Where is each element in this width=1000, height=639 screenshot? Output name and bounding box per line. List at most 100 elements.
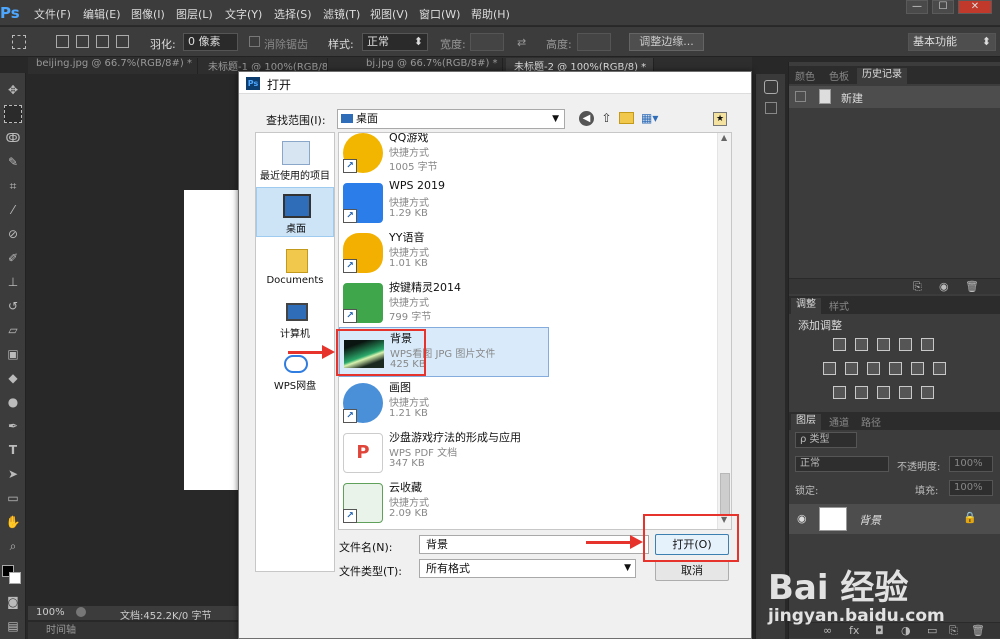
vertical-scrollbar[interactable]: ▲ ▼	[717, 133, 731, 529]
height-input[interactable]	[577, 33, 611, 51]
stamp-tool-icon[interactable]: ⊥	[4, 273, 22, 291]
menu-help[interactable]: 帮助(H)	[471, 6, 510, 22]
posterize-icon[interactable]	[855, 386, 868, 399]
brightness-icon[interactable]	[833, 338, 846, 351]
antialias-checkbox[interactable]	[249, 36, 260, 47]
tab-styles[interactable]: 样式	[829, 298, 849, 313]
type-tool-icon[interactable]: T	[4, 441, 22, 459]
tab-swatches[interactable]: 色板	[829, 68, 849, 83]
menu-select[interactable]: 选择(S)	[274, 6, 312, 22]
tab-adjustments[interactable]: 调整	[791, 298, 821, 314]
tab-paths[interactable]: 路径	[861, 414, 881, 429]
gradient-map-icon[interactable]	[921, 386, 934, 399]
zoom-tool-icon[interactable]: ⌕	[4, 537, 22, 555]
look-in-select[interactable]: 桌面 ▼	[337, 109, 565, 129]
hue-saturation-icon[interactable]	[823, 362, 836, 375]
black-white-icon[interactable]	[867, 362, 880, 375]
place-documents[interactable]: Documents	[256, 243, 334, 293]
menu-file[interactable]: 文件(F)	[34, 6, 71, 22]
workspace-select[interactable]: 基本功能 ⬍	[908, 33, 996, 51]
brush-tool-icon[interactable]: ✐	[4, 249, 22, 267]
dialog-titlebar[interactable]: Ps 打开	[239, 72, 751, 94]
width-input[interactable]	[470, 33, 504, 51]
tab-beijing[interactable]: beijing.jpg @ 66.7%(RGB/8#) *	[28, 58, 198, 74]
tab-history[interactable]: 历史记录	[857, 68, 907, 84]
tab-layers[interactable]: 图层	[791, 414, 821, 430]
invert-icon[interactable]	[833, 386, 846, 399]
color-balance-icon[interactable]	[845, 362, 858, 375]
history-item[interactable]: 新建	[789, 86, 1000, 108]
list-item[interactable]: ↗ QQ游戏 快捷方式 1005 字节	[339, 133, 549, 177]
hand-tool-icon[interactable]: ✋	[4, 513, 22, 531]
place-recent[interactable]: 最近使用的项目	[256, 135, 334, 185]
scroll-up-icon[interactable]: ▲	[721, 133, 727, 142]
list-item[interactable]: ↗ YY语音 快捷方式 1.01 KB	[339, 227, 549, 277]
gradient-tool-icon[interactable]: ▣	[4, 345, 22, 363]
vibrance-icon[interactable]	[921, 338, 934, 351]
timeline-tab[interactable]: 时间轴	[28, 622, 243, 639]
view-menu-icon[interactable]: ▦▾	[641, 111, 663, 126]
dodge-tool-icon[interactable]: ●	[4, 393, 22, 411]
eraser-tool-icon[interactable]: ▱	[4, 321, 22, 339]
swap-icon[interactable]: ⇄	[517, 36, 526, 49]
background-color-swatch[interactable]	[9, 572, 21, 584]
scrollbar-thumb[interactable]	[720, 473, 730, 515]
menu-window[interactable]: 窗口(W)	[419, 6, 460, 22]
quick-mask-icon[interactable]: ◙	[4, 593, 22, 611]
screen-mode-icon[interactable]: ▤	[4, 617, 22, 635]
menu-layer[interactable]: 图层(L)	[176, 6, 213, 22]
layer-kind-filter[interactable]: ρ 类型	[795, 432, 857, 448]
path-select-icon[interactable]: ➤	[4, 465, 22, 483]
list-item[interactable]: ↗ 云收藏 快捷方式 2.09 KB	[339, 477, 549, 527]
eyedropper-tool-icon[interactable]: ⁄	[4, 201, 22, 219]
menu-image[interactable]: 图像(I)	[131, 6, 165, 22]
shape-tool-icon[interactable]: ▭	[4, 489, 22, 507]
place-computer[interactable]: 计算机	[256, 297, 334, 347]
up-folder-icon[interactable]: ⇧	[599, 111, 614, 126]
blur-tool-icon[interactable]: ◆	[4, 369, 22, 387]
new-document-from-state-icon[interactable]: ⎘	[913, 280, 922, 294]
menu-edit[interactable]: 编辑(E)	[83, 6, 121, 22]
pen-tool-icon[interactable]: ✒	[4, 417, 22, 435]
subtract-selection-icon[interactable]	[96, 35, 109, 48]
list-item[interactable]: P 沙盘游戏疗法的形成与应用 WPS PDF 文档 347 KB	[339, 427, 549, 477]
cancel-button[interactable]: 取消	[655, 560, 729, 581]
channel-mixer-icon[interactable]	[911, 362, 924, 375]
quick-select-tool-icon[interactable]: ✎	[4, 153, 22, 171]
fill-input[interactable]: 100%	[949, 480, 993, 496]
history-snapshot-checkbox[interactable]	[795, 91, 806, 102]
threshold-icon[interactable]	[877, 386, 890, 399]
crop-tool-icon[interactable]: ⌗	[4, 177, 22, 195]
filename-input[interactable]: 背景	[419, 535, 649, 554]
marquee-tool-icon[interactable]	[4, 105, 22, 123]
curves-icon[interactable]	[877, 338, 890, 351]
eye-icon[interactable]: ◉	[797, 512, 807, 525]
place-desktop[interactable]: 桌面	[256, 187, 334, 237]
tool-presets-icon[interactable]	[765, 102, 777, 114]
selective-color-icon[interactable]	[899, 386, 912, 399]
close-button[interactable]: ✕	[958, 0, 992, 14]
new-folder-icon[interactable]	[619, 112, 634, 124]
opacity-input[interactable]: 100%	[949, 456, 993, 472]
menu-type[interactable]: 文字(Y)	[225, 6, 262, 22]
zoom-level[interactable]: 100%	[36, 607, 65, 618]
history-panel-icon[interactable]	[764, 80, 778, 94]
back-icon[interactable]: ◀	[579, 111, 594, 126]
document-canvas[interactable]	[184, 190, 240, 490]
list-item[interactable]: ↗ WPS 2019 快捷方式 1.29 KB	[339, 177, 549, 227]
camera-icon[interactable]: ◉	[939, 280, 949, 293]
list-item[interactable]: ↗ 按键精灵2014 快捷方式 799 字节	[339, 277, 549, 327]
blend-mode-select[interactable]: 正常	[795, 456, 889, 472]
minimize-button[interactable]: —	[906, 0, 928, 14]
history-brush-icon[interactable]: ↺	[4, 297, 22, 315]
filetype-select[interactable]: 所有格式 ▼	[419, 559, 636, 578]
maximize-button[interactable]: ☐	[932, 0, 954, 14]
levels-icon[interactable]	[855, 338, 868, 351]
add-selection-icon[interactable]	[76, 35, 89, 48]
lasso-tool-icon[interactable]: ↂ	[4, 129, 22, 147]
intersect-selection-icon[interactable]	[116, 35, 129, 48]
color-lookup-icon[interactable]	[933, 362, 946, 375]
feather-input[interactable]: 0 像素	[183, 33, 238, 51]
healing-tool-icon[interactable]: ⊘	[4, 225, 22, 243]
favorite-icon[interactable]: ★	[713, 112, 727, 126]
